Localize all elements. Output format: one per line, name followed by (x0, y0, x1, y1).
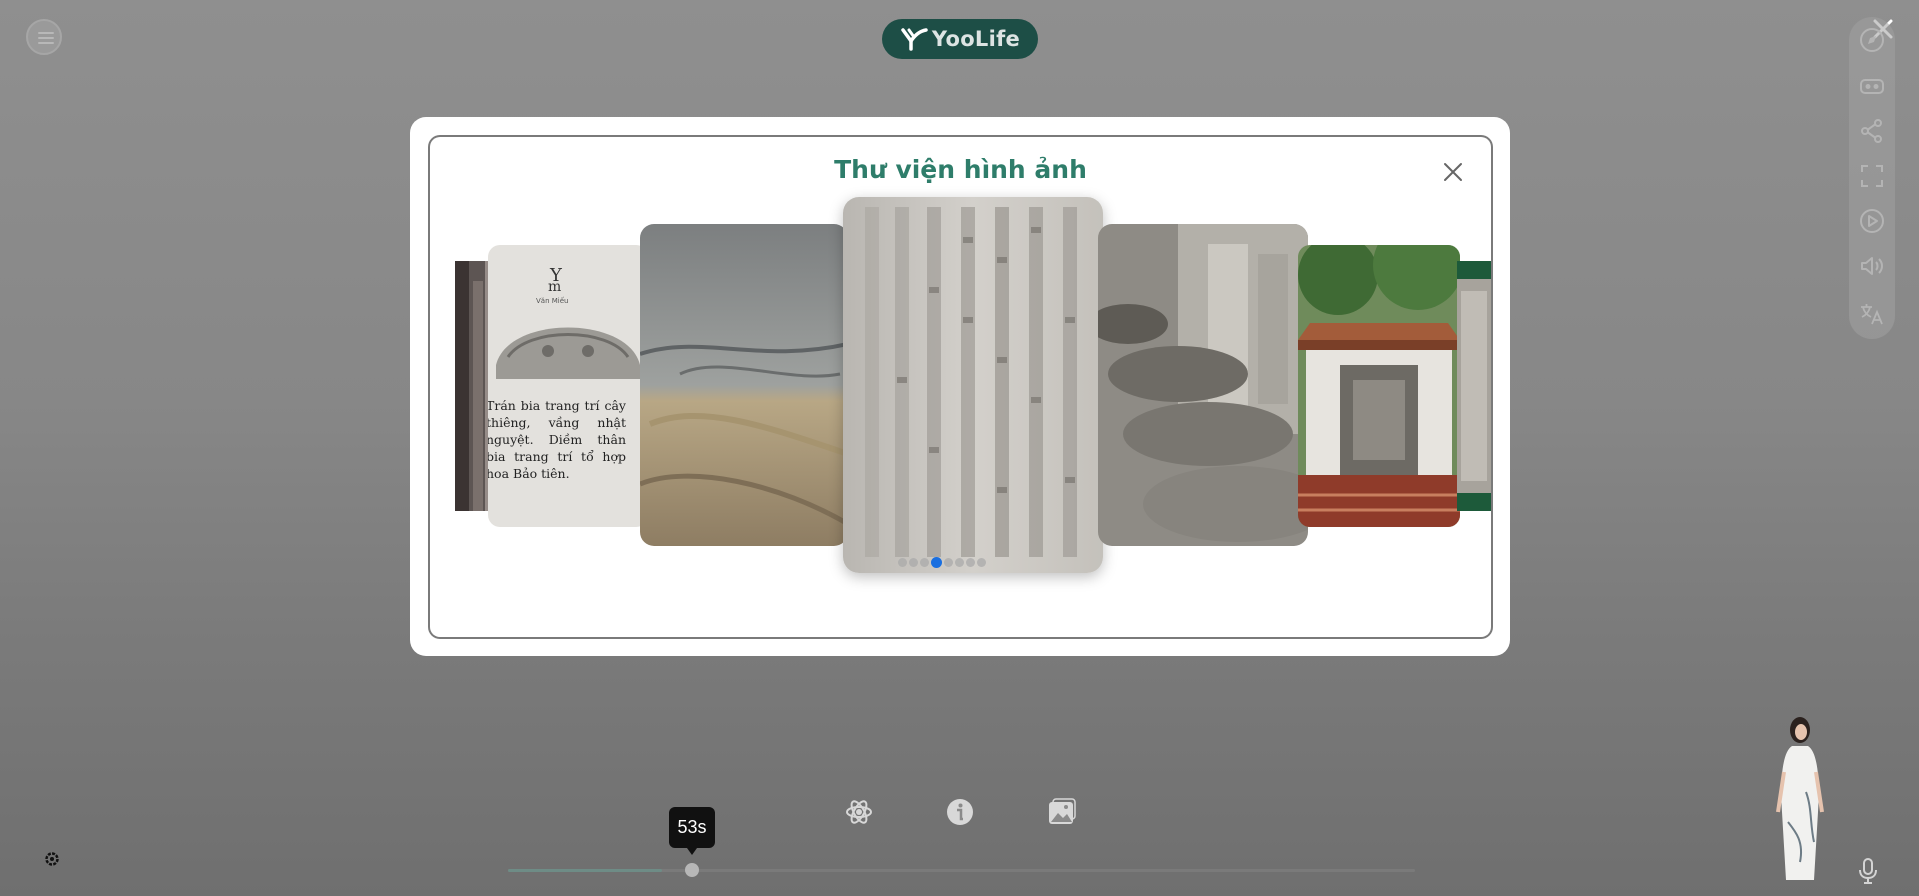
gallery-slide[interactable] (1298, 245, 1460, 527)
pagination-dot-active[interactable] (931, 556, 942, 568)
hamburger-menu-icon (38, 32, 54, 34)
gallery-slide-active[interactable] (843, 197, 1103, 573)
brand-name: YooLife (931, 27, 1021, 51)
pagination-dot[interactable] (977, 557, 986, 567)
pagination-dot[interactable] (955, 557, 964, 567)
gallery-title: Thư viện hình ảnh (834, 155, 1087, 184)
right-toolbar (1849, 17, 1895, 339)
svg-text:m: m (548, 279, 561, 295)
volume-icon[interactable] (1858, 252, 1886, 280)
timeline-track[interactable] (508, 869, 1415, 872)
gallery-modal: Thư viện hình ảnh Y m Văn Miếu Trán bia … (430, 137, 1491, 637)
microphone-icon[interactable] (1856, 857, 1880, 885)
yoolife-logo-icon (901, 28, 928, 51)
pagination-dot[interactable] (909, 557, 918, 567)
gallery-icon[interactable] (1047, 797, 1077, 827)
svg-text:Văn Miếu: Văn Miếu (536, 297, 568, 305)
share-icon[interactable] (1858, 117, 1886, 145)
atom-icon[interactable] (844, 797, 874, 827)
carousel-pagination (898, 556, 986, 568)
timeline-tooltip: 53s (669, 807, 715, 855)
compass-icon[interactable] (1858, 26, 1886, 54)
vr-headset-icon[interactable] (1858, 72, 1886, 100)
timeline-thumb[interactable] (685, 863, 699, 877)
close-icon[interactable] (1442, 161, 1464, 183)
pagination-dot[interactable] (966, 557, 975, 567)
fullscreen-icon[interactable] (1858, 162, 1886, 190)
info-icon[interactable] (945, 797, 975, 827)
hamburger-bar (38, 42, 54, 44)
hamburger-bar (38, 37, 54, 39)
gallery-slide[interactable] (1457, 261, 1491, 511)
menu-button[interactable] (26, 19, 62, 55)
gear-icon[interactable] (43, 850, 61, 868)
pagination-dot[interactable] (920, 557, 929, 567)
brand-logo: YooLife (882, 19, 1038, 59)
slide-caption: Trán bia trang trí cây thiêng, vầng nhật… (488, 398, 626, 481)
gallery-slide[interactable] (1098, 224, 1308, 546)
gallery-slide-info-card[interactable]: Y m Văn Miếu Trán bia trang trí cây thiê… (488, 245, 648, 527)
gallery-slide[interactable] (640, 224, 848, 546)
pagination-dot[interactable] (944, 557, 953, 567)
timeline-progress (508, 869, 663, 872)
translate-icon[interactable] (1858, 300, 1886, 328)
play-icon[interactable] (1858, 207, 1886, 235)
virtual-presenter (1776, 717, 1824, 880)
pagination-dot[interactable] (898, 557, 907, 567)
